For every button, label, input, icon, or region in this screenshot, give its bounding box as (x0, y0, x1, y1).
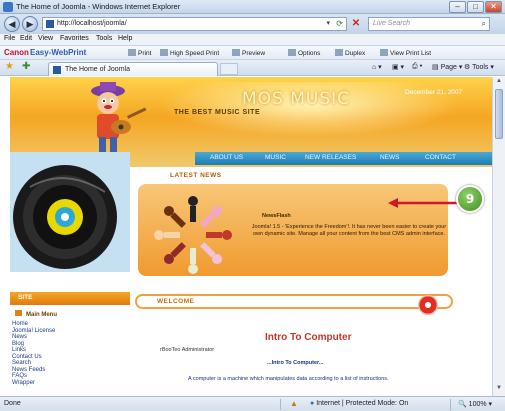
close-button[interactable]: ✕ (485, 1, 502, 13)
menu-bar: File Edit View Favorites Tools Help (0, 34, 505, 46)
tab-label: The Home of Joomla (65, 66, 130, 73)
nav-new-releases[interactable]: NEW RELEASES (305, 154, 356, 161)
record-button-icon[interactable] (418, 295, 438, 315)
site-panel-header: SITE (10, 292, 130, 305)
window-title: The Home of Joomla - Windows Internet Ex… (16, 2, 181, 11)
canon-brand: Canon (4, 48, 29, 57)
feeds-icon[interactable]: ▣ ▾ (392, 63, 404, 71)
minimize-button[interactable]: – (449, 1, 466, 13)
forward-button[interactable]: ▶ (22, 16, 38, 32)
print-icon (128, 49, 136, 56)
tools-menu[interactable]: ⚙ Tools ▾ (464, 63, 494, 71)
article-body: A computer is a machine which manipulate… (188, 376, 389, 382)
menu-favorites[interactable]: Favorites (60, 35, 89, 42)
main-menu-heading: Main Menu (15, 310, 57, 318)
status-divider (280, 399, 281, 410)
back-button[interactable]: ◀ (4, 16, 20, 32)
welcome-bar: WELCOME (135, 294, 453, 309)
page-menu[interactable]: ▤ Page ▾ (432, 63, 462, 71)
canon-toolbar: Canon Easy-WebPrint Print High Speed Pri… (0, 46, 505, 60)
new-tab-button[interactable] (220, 63, 238, 75)
site-date: December 21, 2007 (405, 89, 463, 96)
callout-arrow (388, 198, 464, 208)
nav-about-us[interactable]: ABOUT US (210, 154, 243, 161)
view-print-list-button[interactable]: View Print List (380, 49, 431, 57)
status-bar: Done ▲ ● Internet | Protected Mode: On 🔍… (0, 396, 505, 411)
tab-row: ★ ✚ The Home of Joomla ⌂ ▾ ▣ ▾ ⎙ ▾ ▤ Pag… (0, 60, 505, 76)
page-viewport: MOS MUSIC THE BEST MUSIC SITE December 2… (10, 77, 492, 396)
article-title[interactable]: Intro To Computer (265, 332, 351, 343)
scroll-up-icon[interactable]: ▲ (495, 78, 503, 86)
preview-icon (232, 49, 240, 56)
site-favicon-icon (46, 20, 54, 28)
maximize-button[interactable]: □ (467, 1, 484, 13)
high-speed-print-button[interactable]: High Speed Print (160, 49, 219, 57)
duplex-button[interactable]: Duplex (335, 49, 365, 57)
tab-favicon-icon (53, 66, 61, 74)
search-input[interactable]: Live Search ⌕ (368, 17, 490, 31)
status-text: Done (4, 400, 21, 407)
duplex-icon (335, 49, 343, 56)
latest-news-heading: LATEST NEWS (170, 172, 222, 179)
address-bar[interactable]: http://localhost/joomla/ ▾ ⟳ (42, 17, 347, 31)
ie-app-icon (3, 2, 13, 12)
site-panel-title: SITE (18, 294, 33, 301)
people-circle-illustration (154, 196, 232, 274)
stop-icon[interactable]: ✕ (350, 17, 362, 31)
menu-view[interactable]: View (38, 35, 53, 42)
article-author: rBooTeo Administrator (160, 347, 215, 353)
options-button[interactable]: Options (288, 49, 320, 57)
preview-button[interactable]: Preview (232, 49, 265, 57)
menu-file[interactable]: File (4, 35, 15, 42)
globe-icon: ● (310, 400, 315, 407)
article-subheading: ...Intro To Computer... (267, 360, 324, 366)
menu-link-wrapper[interactable]: Wrapper (12, 380, 130, 387)
menu-help[interactable]: Help (118, 35, 132, 42)
nav-news[interactable]: NEWS (380, 154, 400, 161)
print-button[interactable]: Print (128, 49, 151, 57)
news-text: Joomla! 1.5 - 'Experience the Freedom'!.… (251, 224, 447, 237)
print-list-icon (380, 49, 388, 56)
site-title: MOS MUSIC (242, 89, 351, 109)
security-zone[interactable]: ● Internet | Protected Mode: On (310, 400, 408, 407)
refresh-icon[interactable]: ⟳ (336, 19, 343, 28)
search-placeholder: Live Search (373, 20, 410, 27)
cd-disc-illustration (10, 152, 130, 272)
site-slogan: THE BEST MUSIC SITE (174, 109, 261, 116)
scroll-down-icon[interactable]: ▼ (495, 385, 503, 393)
main-nav: ABOUT US MUSIC NEW RELEASES NEWS CONTACT (195, 152, 492, 165)
scroll-thumb[interactable] (495, 89, 503, 139)
easy-webprint-menu[interactable]: Easy-WebPrint (30, 48, 86, 57)
tab-home-of-joomla[interactable]: The Home of Joomla (48, 62, 218, 76)
news-title: NewsFlash (262, 213, 291, 219)
nav-music[interactable]: MUSIC (265, 154, 286, 161)
menu-bullet-icon (15, 310, 22, 316)
title-bar: The Home of Joomla - Windows Internet Ex… (0, 0, 505, 14)
address-dropdown-icon[interactable]: ▾ (326, 19, 330, 27)
step-badge: 9 (456, 185, 484, 213)
menu-tools[interactable]: Tools (96, 35, 112, 42)
add-favorites-icon[interactable]: ✚ (22, 61, 30, 72)
welcome-heading: WELCOME (157, 298, 195, 305)
url-text: http://localhost/joomla/ (57, 20, 127, 27)
menu-edit[interactable]: Edit (20, 35, 32, 42)
zoom-level[interactable]: 🔍 100% ▾ (458, 400, 492, 408)
address-row: ◀ ▶ http://localhost/joomla/ ▾ ⟳ ✕ Live … (0, 14, 505, 34)
high-speed-print-icon (160, 49, 168, 56)
nav-contact[interactable]: CONTACT (425, 154, 456, 161)
options-icon (288, 49, 296, 56)
search-icon[interactable]: ⌕ (482, 19, 486, 29)
vertical-scrollbar[interactable]: ▲ ▼ (492, 77, 505, 396)
home-icon[interactable]: ⌂ ▾ (372, 63, 382, 71)
left-menu: Home Joomla! License News Blog Links Con… (12, 321, 130, 386)
status-divider-2 (450, 399, 451, 410)
favorites-star-icon[interactable]: ★ (5, 61, 14, 72)
warning-icon: ▲ (290, 399, 298, 408)
print-page-icon[interactable]: ⎙ ▾ (412, 63, 423, 71)
